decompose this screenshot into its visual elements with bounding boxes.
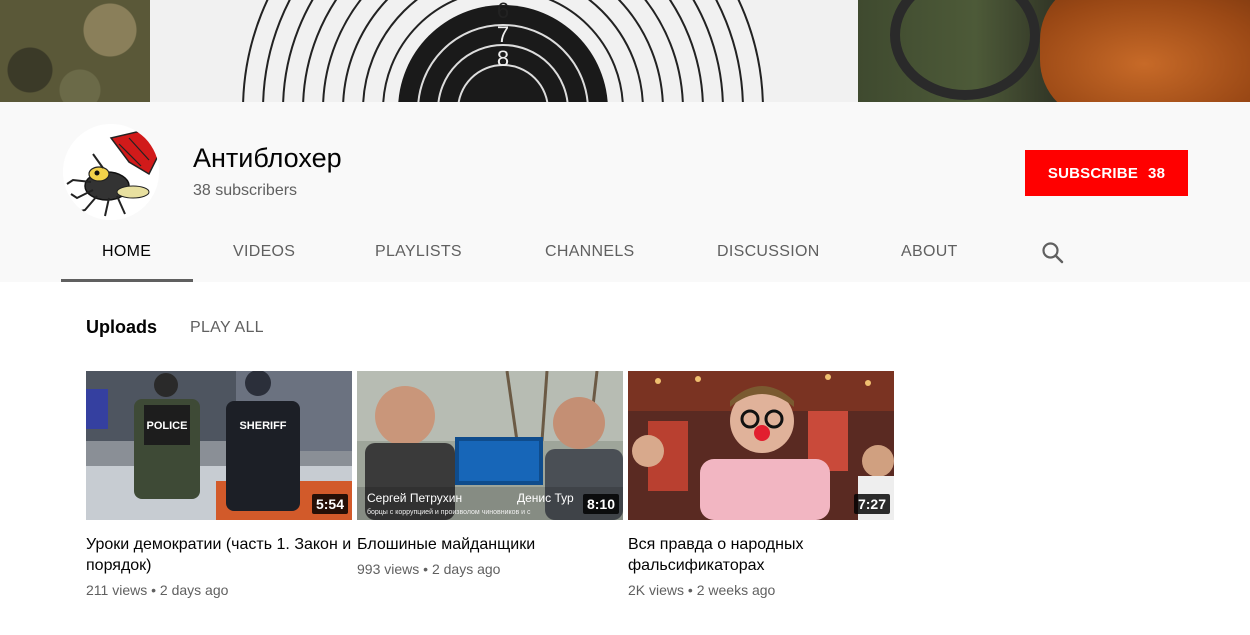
thumb-caption-name-2: Денис Тур bbox=[517, 491, 574, 505]
tab-discussion[interactable]: DISCUSSION bbox=[717, 243, 820, 261]
meta-separator: • bbox=[151, 582, 160, 598]
video-duration: 7:27 bbox=[853, 494, 890, 514]
thumb-text-sheriff: SHERIFF bbox=[239, 420, 286, 432]
video-views: 2K views bbox=[628, 582, 685, 598]
thumb-caption-name-1: Сергей Петрухин bbox=[367, 491, 462, 505]
thumb-text-police: POLICE bbox=[147, 420, 188, 432]
video-card[interactable]: Сергей Петрухин Денис Тур борцы с корруп… bbox=[357, 371, 623, 577]
target-number-6: 6 bbox=[497, 0, 509, 23]
video-age: 2 weeks ago bbox=[696, 582, 776, 598]
uploads-title[interactable]: Uploads bbox=[86, 317, 157, 338]
subscribe-label: SUBSCRIBE bbox=[1047, 164, 1139, 182]
video-title[interactable]: Блошиные майданщики bbox=[357, 534, 623, 555]
video-card[interactable]: 7:27 Вся правда о народных фальсификатор… bbox=[628, 371, 894, 598]
play-all-button[interactable]: PLAY ALL bbox=[190, 319, 264, 337]
video-meta: 993 views • 2 days ago bbox=[357, 561, 623, 577]
tab-channels[interactable]: CHANNELS bbox=[545, 243, 635, 261]
video-thumbnail[interactable]: POLICE SHERIFF 5:54 bbox=[86, 371, 352, 520]
video-duration: 5:54 bbox=[311, 494, 348, 514]
search-icon[interactable] bbox=[1040, 240, 1066, 266]
flea-cartoon-icon bbox=[63, 124, 159, 220]
tab-videos[interactable]: VIDEOS bbox=[233, 243, 295, 261]
banner-rifle-stock bbox=[1040, 0, 1250, 102]
video-duration: 8:10 bbox=[582, 494, 619, 514]
video-age: 2 days ago bbox=[431, 561, 501, 577]
video-age: 2 days ago bbox=[159, 582, 229, 598]
video-card[interactable]: POLICE SHERIFF 5:54 Уроки демократии (ча… bbox=[86, 371, 352, 598]
video-title[interactable]: Уроки демократии (часть 1. Закон и поряд… bbox=[86, 534, 352, 576]
subscriber-count: 38 subscribers bbox=[193, 182, 298, 199]
banner-camo-pattern bbox=[0, 0, 150, 102]
video-title[interactable]: Вся правда о народных фальсификаторах bbox=[628, 534, 894, 576]
meta-separator: • bbox=[423, 561, 432, 577]
subscribe-button[interactable]: SUBSCRIBE 38 bbox=[1025, 150, 1188, 196]
active-tab-indicator bbox=[61, 279, 193, 282]
video-views: 993 views bbox=[357, 561, 420, 577]
tab-playlists[interactable]: PLAYLISTS bbox=[375, 243, 462, 261]
tab-about[interactable]: ABOUT bbox=[901, 243, 958, 261]
target-rings: 6 7 8 bbox=[242, 0, 764, 102]
video-views: 211 views bbox=[86, 582, 148, 598]
video-thumbnail[interactable]: Сергей Петрухин Денис Тур борцы с корруп… bbox=[357, 371, 623, 520]
meta-separator: • bbox=[687, 582, 697, 598]
thumb-caption-subtitle: борцы с коррупцией и произволом чиновник… bbox=[367, 508, 531, 516]
video-meta: 211 views • 2 days ago bbox=[86, 582, 352, 598]
channel-avatar[interactable] bbox=[63, 124, 159, 220]
target-number-7: 7 bbox=[497, 22, 509, 47]
video-meta: 2K views • 2 weeks ago bbox=[628, 582, 894, 598]
tab-home[interactable]: HOME bbox=[102, 243, 151, 261]
target-number-8: 8 bbox=[497, 46, 509, 71]
channel-banner: 6 7 8 bbox=[0, 0, 1250, 102]
video-thumbnail[interactable]: 7:27 bbox=[628, 371, 894, 520]
subscribe-count: 38 bbox=[1148, 164, 1166, 182]
channel-name: Антиблохер bbox=[193, 143, 342, 173]
